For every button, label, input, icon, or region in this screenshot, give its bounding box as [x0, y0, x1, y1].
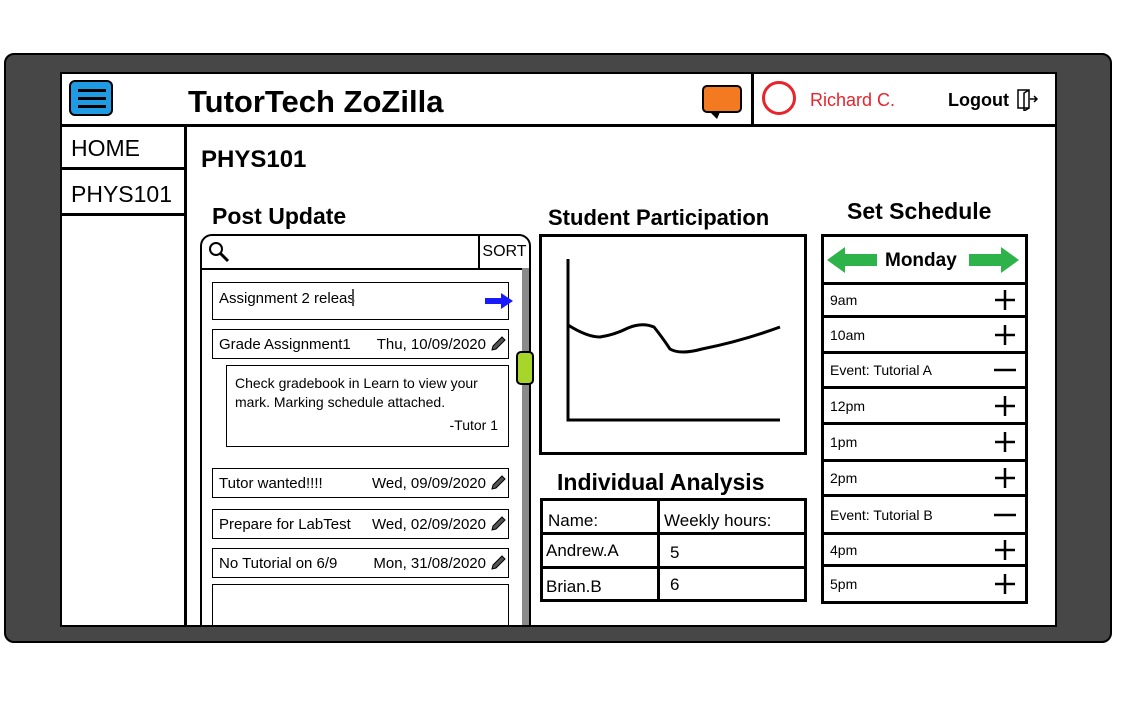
pencil-icon[interactable]	[490, 555, 506, 571]
day-label: Monday	[885, 250, 957, 271]
user-name[interactable]: Richard C.	[810, 90, 895, 111]
table-header: Name:	[548, 511, 599, 530]
post-title: No Tutorial on 6/9	[219, 555, 338, 572]
sidebar-item-home[interactable]: HOME	[62, 127, 184, 170]
post-body-text: Check gradebook in Learn to view your ma…	[235, 375, 478, 410]
participation-chart	[539, 234, 807, 455]
post-item[interactable]	[212, 584, 509, 625]
schedule-slot: 2pm	[824, 462, 1025, 497]
top-bar: TutorTech ZoZilla Richard C. Logout	[62, 74, 1055, 127]
slot-label: 10am	[830, 326, 866, 343]
post-title: Prepare for LabTest	[219, 516, 351, 533]
pencil-icon[interactable]	[490, 336, 506, 352]
participation-title: Student Participation	[548, 205, 770, 230]
slot-label: Event: Tutorial B	[830, 506, 933, 523]
pencil-icon[interactable]	[490, 516, 506, 532]
plus-icon[interactable]	[993, 288, 1017, 312]
text-cursor-icon	[351, 289, 354, 306]
scrollbar[interactable]	[522, 268, 529, 625]
divider	[543, 532, 804, 535]
plus-icon[interactable]	[993, 572, 1017, 596]
plus-icon[interactable]	[993, 430, 1017, 454]
schedule-slot: 10am	[824, 318, 1025, 354]
post-signature: -Tutor 1	[449, 417, 499, 433]
right-arrow-icon[interactable]	[969, 247, 1019, 273]
schedule-slot: 12pm	[824, 389, 1025, 425]
divider	[543, 566, 804, 569]
post-item[interactable]: Prepare for LabTest Wed, 02/09/2020	[212, 509, 509, 539]
individual-analysis-title: Individual Analysis	[557, 469, 765, 495]
sidebar: HOME PHYS101	[62, 127, 187, 625]
schedule-panel: Monday 9am 10am Event: Tutorial A 12pm 1pm 2p…	[821, 234, 1028, 604]
post-date: Thu, 10/09/2020	[376, 336, 486, 353]
app-title: TutorTech ZoZilla	[188, 84, 444, 119]
sort-button[interactable]: SORT	[478, 236, 529, 268]
schedule-slot: 1pm	[824, 425, 1025, 462]
post-item[interactable]: No Tutorial on 6/9 Mon, 31/08/2020	[212, 548, 509, 578]
compose-text: Assignment 2 releas	[219, 290, 355, 307]
app-screen: TutorTech ZoZilla Richard C. Logout HOME…	[60, 72, 1057, 627]
schedule-slot: 9am	[824, 285, 1025, 318]
scrollbar-thumb[interactable]	[516, 351, 534, 385]
slot-label: Event: Tutorial A	[830, 362, 932, 378]
post-date: Mon, 31/08/2020	[373, 555, 486, 572]
left-arrow-icon[interactable]	[827, 247, 877, 273]
post-item[interactable]: Tutor wanted!!!! Wed, 09/09/2020	[212, 468, 509, 498]
slot-label: 12pm	[830, 397, 866, 414]
search-icon[interactable]	[207, 240, 231, 264]
plus-icon[interactable]	[993, 394, 1017, 418]
menu-icon[interactable]	[69, 80, 113, 116]
post-body: Check gradebook in Learn to view your ma…	[226, 365, 509, 447]
slot-label: 1pm	[830, 434, 858, 450]
compose-input[interactable]: Assignment 2 releas	[212, 282, 513, 320]
post-date: Wed, 09/09/2020	[372, 475, 486, 492]
minus-icon[interactable]	[993, 503, 1017, 527]
avatar[interactable]	[762, 81, 796, 115]
post-title: Tutor wanted!!!!	[219, 475, 323, 492]
table-cell: 6	[670, 575, 680, 594]
schedule-slot: 4pm	[824, 535, 1025, 567]
divider	[751, 74, 754, 124]
slot-label: 2pm	[830, 470, 858, 486]
table-cell: Brian.B	[546, 577, 602, 596]
plus-icon[interactable]	[993, 466, 1017, 490]
slot-label: 9am	[830, 292, 858, 308]
plus-icon[interactable]	[993, 323, 1017, 347]
schedule-slot: 5pm	[824, 567, 1025, 601]
slot-label: 4pm	[830, 541, 858, 558]
schedule-title: Set Schedule	[847, 198, 992, 224]
post-item[interactable]: Grade Assignment1 Thu, 10/09/2020	[212, 329, 509, 359]
pencil-icon[interactable]	[490, 475, 506, 491]
slot-label: 5pm	[830, 576, 858, 592]
table-header: Weekly hours:	[664, 511, 772, 530]
minus-icon[interactable]	[993, 358, 1017, 382]
search-bar[interactable]: SORT	[202, 236, 529, 270]
post-panel: SORT Assignment 2 releas Grade Assignmen…	[200, 234, 534, 625]
chat-icon[interactable]	[702, 85, 742, 119]
divider	[657, 501, 660, 599]
table-cell: Andrew.A	[546, 541, 619, 560]
table-cell: 5	[670, 543, 680, 562]
participation-sketch	[566, 259, 781, 422]
day-selector: Monday	[824, 237, 1025, 285]
logout-icon[interactable]	[1015, 87, 1039, 111]
post-title: Grade Assignment1	[219, 336, 351, 353]
send-arrow-icon[interactable]	[484, 293, 514, 309]
post-date: Wed, 02/09/2020	[372, 516, 486, 533]
sidebar-item-phys101[interactable]: PHYS101	[62, 173, 184, 216]
plus-icon[interactable]	[993, 538, 1017, 562]
analysis-table: Name: Weekly hours: Andrew.A 5 Brian.B 6	[540, 498, 807, 602]
page-title: PHYS101	[201, 146, 307, 173]
schedule-slot: Event: Tutorial B	[824, 497, 1025, 535]
post-update-title: Post Update	[212, 203, 347, 229]
schedule-slot: Event: Tutorial A	[824, 354, 1025, 389]
logout-button[interactable]: Logout	[948, 90, 1009, 111]
